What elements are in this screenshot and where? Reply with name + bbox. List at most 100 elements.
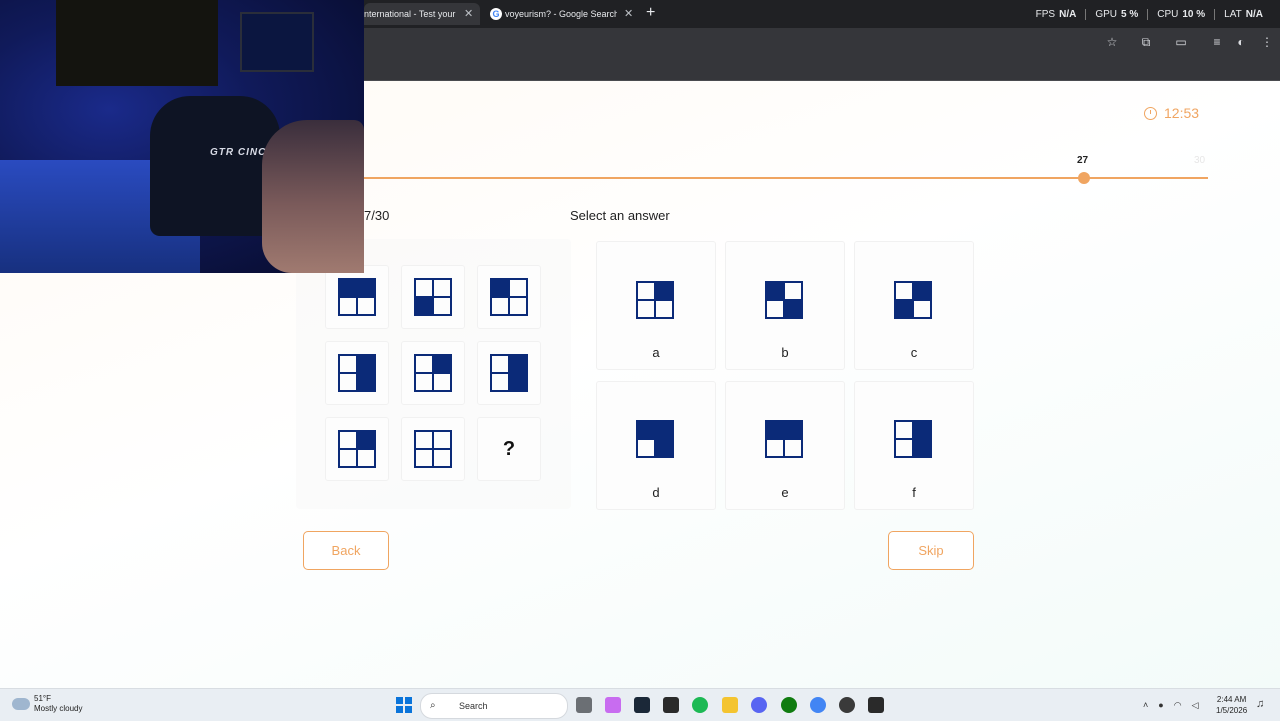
star-icon[interactable]: ☆ [1103, 33, 1121, 51]
quadrant-figure [490, 354, 528, 392]
progress-total: 30 [1194, 155, 1206, 166]
answer-label: b [781, 345, 789, 360]
matrix-cell [401, 265, 465, 329]
matrix-cell [325, 265, 389, 329]
back-button[interactable]: Back [303, 531, 389, 570]
missing-cell: ? [477, 417, 541, 481]
clock-date: 1/5/2026 [1216, 706, 1248, 715]
quadrant-figure [894, 420, 932, 458]
chevron-up-icon[interactable]: ˄ [1143, 700, 1148, 710]
webcam-gaming-chair [150, 96, 280, 236]
quadrant-figure [338, 430, 376, 468]
chrome-icon[interactable] [810, 697, 826, 713]
clock-icon [1144, 106, 1157, 120]
microphone-icon[interactable]: ● [1158, 700, 1163, 710]
more-icon[interactable]: ⋮ [1258, 33, 1276, 51]
webcam-overlay: GTR CINC [0, 0, 364, 273]
perf-lat: LAT N/A [1224, 8, 1263, 20]
matrix-cell [401, 341, 465, 405]
quadrant-figure [765, 420, 803, 458]
obs-icon[interactable] [839, 697, 855, 713]
windows-taskbar: 51°F Mostly cloudy ⌕ Search ˄ ● ◠ ◁ 2:44… [0, 688, 1280, 721]
weather-widget[interactable]: 51°F Mostly cloudy [12, 694, 82, 714]
answer-label: d [652, 485, 660, 500]
tab-label: nternational - Test your Inte [364, 9, 458, 19]
notification-bell-icon[interactable]: ♫ [1256, 698, 1264, 710]
windows-start-icon[interactable] [396, 697, 412, 713]
weather-temp: 51°F [34, 694, 51, 703]
answer-option-c[interactable]: c [854, 241, 974, 370]
file-explorer-icon[interactable] [576, 697, 592, 713]
search-icon: ⌕ [430, 700, 436, 711]
timer: 12:53 [1144, 105, 1199, 121]
progress-thumb [1078, 172, 1090, 184]
clock-time: 2:44 AM [1216, 695, 1247, 704]
profile-icon[interactable]: ◐ [1232, 33, 1250, 51]
answer-label: a [652, 345, 660, 360]
quadrant-figure [636, 281, 674, 319]
webcam-person [262, 120, 364, 273]
answer-option-d[interactable]: d [596, 381, 716, 510]
webcam-picture-frame [240, 12, 314, 72]
progress-current: 27 [1077, 155, 1089, 166]
question-counter: 7/30 [364, 208, 390, 223]
wifi-icon[interactable]: ◠ [1174, 700, 1182, 711]
quadrant-figure [636, 420, 674, 458]
quadrant-figure [490, 278, 528, 316]
tab-google-search[interactable]: G voyeurism? - Google Search ✕ [484, 3, 638, 25]
skip-button[interactable]: Skip [888, 531, 974, 570]
answer-option-f[interactable]: f [854, 381, 974, 510]
tab-iq-test[interactable]: nternational - Test your Inte ✕ [364, 3, 480, 25]
quadrant-figure [894, 281, 932, 319]
taskbar-clock[interactable]: 2:44 AM 1/5/2026 [1216, 694, 1247, 716]
question-mark: ? [502, 438, 516, 460]
matrix-cell [401, 417, 465, 481]
taskbar-search[interactable]: ⌕ Search [420, 693, 568, 719]
quadrant-figure [414, 354, 452, 392]
media-control-icon[interactable]: ≡ [1208, 33, 1226, 51]
close-icon[interactable]: ✕ [624, 3, 633, 25]
new-tab-button[interactable]: + [646, 4, 655, 22]
performance-overlay: FPS N/A GPU 5 % CPU 10 % LAT N/A [1027, 0, 1272, 28]
xbox-icon[interactable] [781, 697, 797, 713]
perf-fps: FPS N/A [1027, 8, 1087, 20]
quadrant-figure [765, 281, 803, 319]
quadrant-figure [338, 354, 376, 392]
weather-desc: Mostly cloudy [34, 704, 83, 713]
answer-option-b[interactable]: b [725, 241, 845, 370]
matrix-cell [325, 417, 389, 481]
question-matrix: ? [296, 239, 571, 509]
matrix-cell [477, 265, 541, 329]
timer-value: 12:53 [1164, 105, 1200, 121]
copilot-icon[interactable] [605, 697, 621, 713]
epic-games-icon[interactable] [663, 697, 679, 713]
answer-label: c [910, 345, 918, 360]
epic-launcher-icon[interactable] [868, 697, 884, 713]
perf-gpu: GPU 5 % [1086, 8, 1149, 20]
volume-icon[interactable]: ◁ [1192, 700, 1199, 711]
system-tray: ˄ ● ◠ ◁ [1138, 689, 1203, 721]
select-answer-heading: Select an answer [570, 208, 670, 223]
discord-icon[interactable] [751, 697, 767, 713]
google-icon: G [490, 8, 502, 20]
webcam-window [56, 0, 218, 86]
folder-icon[interactable] [722, 697, 738, 713]
cloud-icon [12, 698, 30, 710]
chair-brand-text: GTR CINC [210, 147, 267, 158]
spotify-icon[interactable] [692, 697, 708, 713]
perf-cpu: CPU 10 % [1148, 8, 1216, 20]
search-label: Search [459, 701, 488, 711]
answer-option-e[interactable]: e [725, 381, 845, 510]
steam-icon[interactable] [634, 697, 650, 713]
tab-label: voyeurism? - Google Search [505, 9, 617, 19]
close-icon[interactable]: ✕ [464, 3, 473, 25]
matrix-cell [325, 341, 389, 405]
extensions-icon[interactable]: ⧉ [1137, 33, 1155, 51]
answer-option-a[interactable]: a [596, 241, 716, 370]
quadrant-figure [414, 430, 452, 468]
answer-label: f [912, 485, 916, 500]
cast-icon[interactable]: ▭ [1172, 33, 1190, 51]
quadrant-figure [338, 278, 376, 316]
answer-label: e [781, 485, 789, 500]
matrix-cell [477, 341, 541, 405]
